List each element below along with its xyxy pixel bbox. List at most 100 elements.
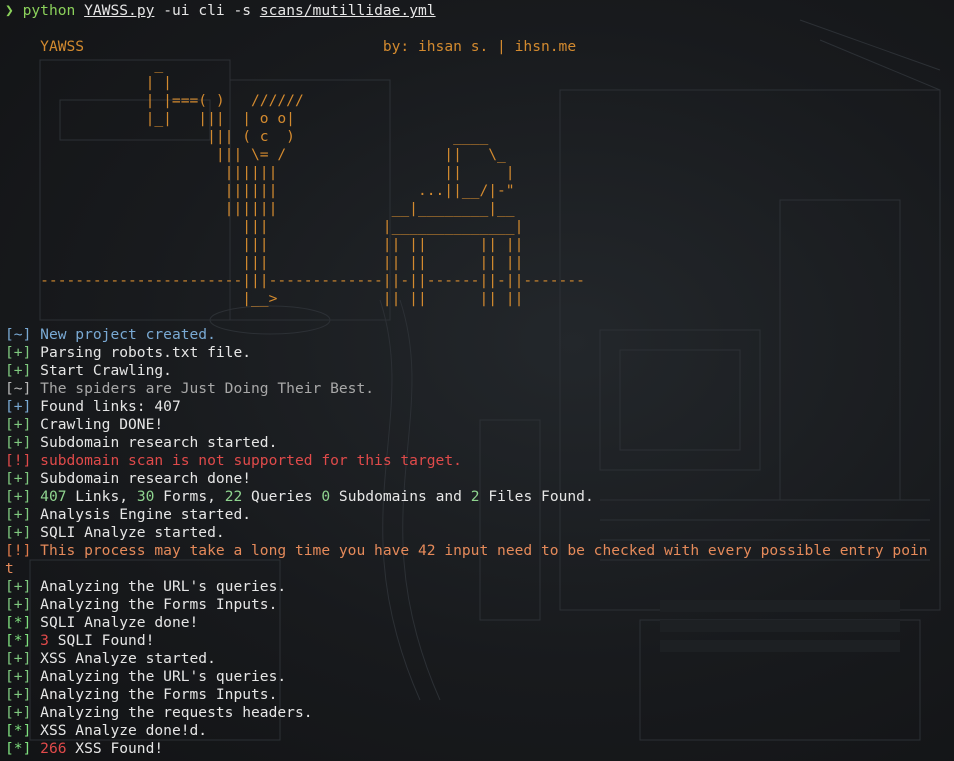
ascii-art-line: ||| || || || || [5,254,524,271]
log-tag: [*] [5,740,32,757]
ascii-art-line: |||||| __|________|__ [5,200,515,217]
ascii-art-line: -----------------------|||-------------|… [5,272,585,289]
log-text: Subdomain research started. [40,434,278,451]
log-text: New project created. [40,326,216,343]
log-text: Parsing robots.txt file. [40,344,252,361]
log-tag: [*] [5,722,32,739]
log-text: 407 [40,488,67,505]
log-text: Subdomains and [330,488,471,505]
app-name: YAWSS [40,38,85,55]
log-tag: [+] [5,362,32,379]
log-text: Subdomain research done! [40,470,252,487]
ascii-art-line: ||| ( c ) ____ [5,128,489,145]
log-line: [+] Start Crawling. [5,362,954,380]
log-text: Queries [242,488,322,505]
log-text: t [5,560,14,577]
command-line: ❯ python YAWSS.py -ui cli -s scans/mutil… [5,2,954,20]
log-tag: [+] [5,596,32,613]
log-text: 30 [136,488,155,505]
ascii-art-line: | |===( ) ////// [5,92,304,109]
log-tag: [+] [5,524,32,541]
log-tag: [!] [5,452,32,469]
log-tag: [+] [5,470,32,487]
author-byline: by: ihsan s. | ihsn.me [382,38,577,55]
log-text: 3 [40,632,49,649]
command-program: python [22,2,76,19]
log-line: [+] Subdomain research started. [5,434,954,452]
log-text: 266 [40,740,67,757]
ascii-art-line: ||| |______________| [5,218,524,235]
log-tag: [*] [5,632,32,649]
log-text: Analyzing the requests headers. [40,704,313,721]
terminal-window[interactable]: ❯ python YAWSS.py -ui cli -s scans/mutil… [0,0,954,761]
log-text: Links, [66,488,137,505]
ascii-art-line: ||| \= / || \_ [5,146,506,163]
log-tag: [+] [5,578,32,595]
ascii-art-line: |||||| || | [5,164,515,181]
log-text: Crawling DONE! [40,416,164,433]
ascii-art-line: _ [5,56,164,73]
log-tag: [+] [5,668,32,685]
log-line: [+] 407 Links, 30 Forms, 22 Queries 0 Su… [5,488,954,506]
log-tag: [~] [5,380,32,397]
log-line: [*] 3 SQLI Found! [5,632,954,650]
log-text: SQLI Analyze done! [40,614,199,631]
log-tag: [!] [5,542,32,559]
log-output: [~] New project created. [+] Parsing robo… [5,326,954,758]
log-text: XSS Analyze started. [40,650,216,667]
command-scan-file: scans/mutillidae.yml [259,2,436,19]
log-tag: [+] [5,704,32,721]
log-tag: [+] [5,650,32,667]
ascii-art-line: |||||| ...||__/|-" [5,182,515,199]
log-text: 2 [470,488,480,505]
log-tag: [+] [5,506,32,523]
log-tag: [+] [5,344,32,361]
log-text: Analyzing the URL's queries. [40,578,287,595]
log-text: Analyzing the Forms Inputs. [40,596,278,613]
log-text: SQLI Analyze started. [40,524,225,541]
log-line: [+] Analyzing the URL's queries. [5,668,954,686]
log-text: XSS Analyze done!d. [40,722,208,739]
log-text: 22 [224,488,243,505]
ascii-art-line: | | [5,74,172,91]
log-tag: [+] [5,434,32,451]
log-line: [+] Analysis Engine started. [5,506,954,524]
log-line: [!] subdomain scan is not supported for … [5,452,954,470]
log-line: [+] Parsing robots.txt file. [5,344,954,362]
log-line: [+] Analyzing the URL's queries. [5,578,954,596]
log-line: t [5,560,954,578]
banner-header: YAWSS by: ihsan s. | ihsn.me [5,38,954,56]
log-text: Start Crawling. [40,362,172,379]
log-line: [+] Analyzing the Forms Inputs. [5,686,954,704]
log-text: Analysis Engine started. [40,506,252,523]
log-line: [!] This process may take a long time yo… [5,542,954,560]
log-text: This process may take a long time you ha… [40,542,928,559]
log-text: Files Found. [479,488,594,505]
log-text: Found links: 407 [40,398,181,415]
log-text: The spiders are Just Doing Their Best. [40,380,375,397]
log-line: [~] The spiders are Just Doing Their Bes… [5,380,954,398]
log-text: SQLI Found! [48,632,155,649]
ascii-art-line: |_| ||| | o o| [5,110,295,127]
log-tag: [*] [5,614,32,631]
log-text: XSS Found! [66,740,164,757]
log-line: [*] SQLI Analyze done! [5,614,954,632]
ascii-art-line: |__> || || || || [5,290,524,307]
log-tag: [~] [5,326,32,343]
log-tag: [+] [5,488,32,505]
log-line: [+] Found links: 407 [5,398,954,416]
log-line: [+] Subdomain research done! [5,470,954,488]
log-line: [+] Analyzing the requests headers. [5,704,954,722]
log-tag: [+] [5,686,32,703]
log-line: [*] XSS Analyze done!d. [5,722,954,740]
log-text: Forms, [154,488,225,505]
log-line: [+] XSS Analyze started. [5,650,954,668]
prompt-chevron-icon: ❯ [5,2,14,19]
log-line: [+] Crawling DONE! [5,416,954,434]
command-flags: -ui cli -s [154,2,260,19]
command-script: YAWSS.py [84,2,155,19]
log-line: [~] New project created. [5,326,954,344]
log-text: 0 [321,488,331,505]
